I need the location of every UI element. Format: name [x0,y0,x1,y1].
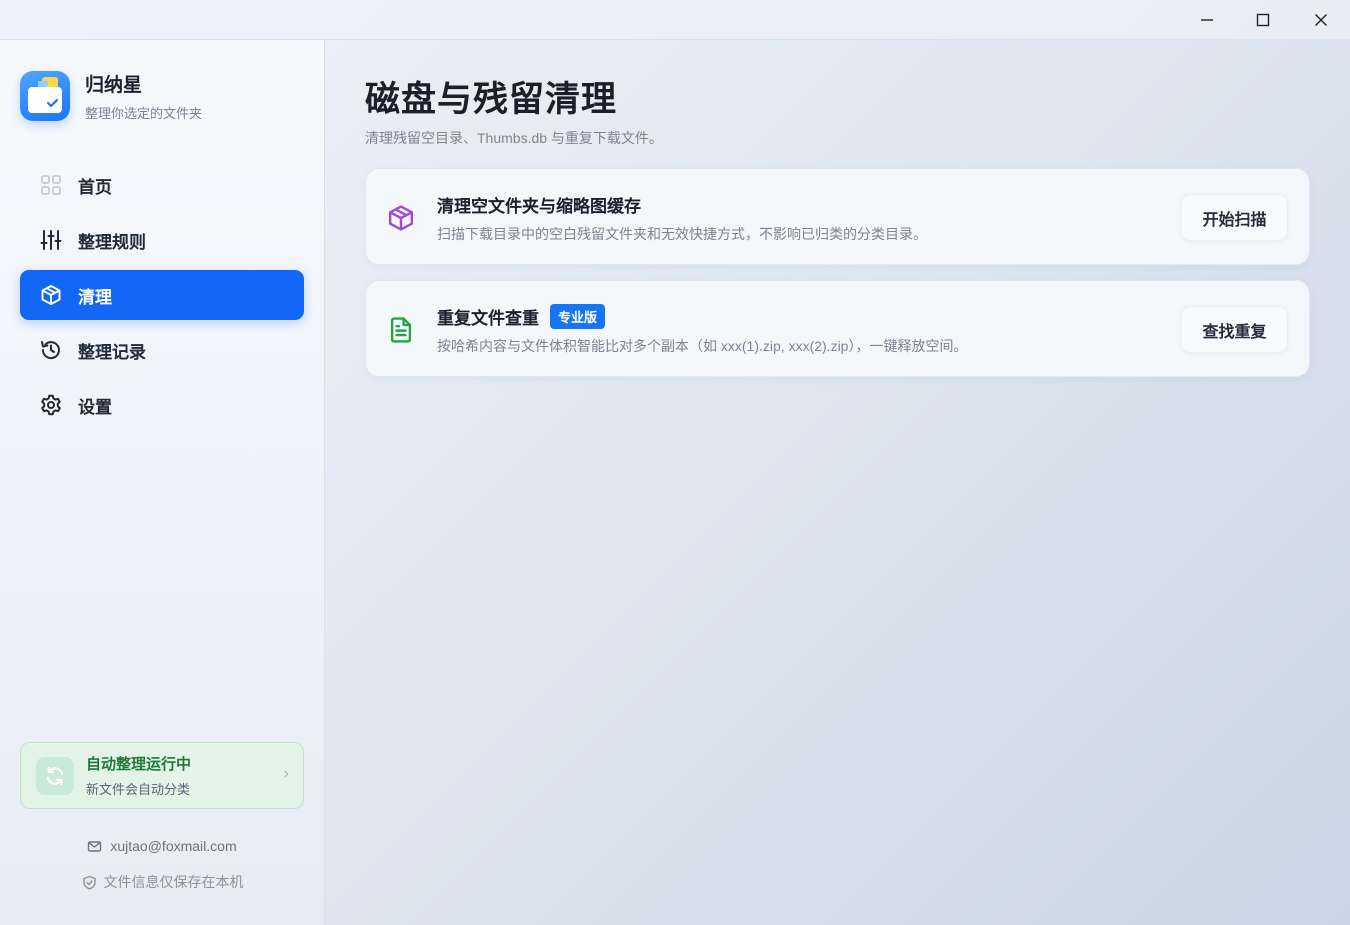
brand: 归纳星 整理你选定的文件夹 [20,70,202,122]
grid-icon [40,174,62,196]
box-icon [40,284,62,306]
auto-status-subtitle: 新文件会自动分类 [86,782,191,797]
email-text: xujtao@foxmail.com [110,838,237,854]
duplicate-files-card: 重复文件查重 专业版 按哈希内容与文件体积智能比对多个副本（如 xxx(1).z… [365,280,1310,377]
app-tagline: 整理你选定的文件夹 [85,106,203,121]
sidebar-nav: 首页 整理规则 清理 整理记录 设置 [20,160,304,435]
account-email[interactable]: xujtao@foxmail.com [26,829,298,863]
maximize-icon [1256,13,1270,27]
sidebar-item-cleanup[interactable]: 清理 [20,270,304,320]
card-title: 重复文件查重 [437,309,539,328]
card-title: 清理空文件夹与缩略图缓存 [437,197,641,216]
cleanup-empty-folders-card: 清理空文件夹与缩略图缓存 扫描下载目录中的空白残留文件夹和无效快捷方式，不影响已… [365,168,1310,265]
start-scan-button[interactable]: 开始扫描 [1181,194,1288,241]
minimize-button[interactable] [1179,0,1235,40]
privacy-text: 文件信息仅保存在本机 [103,874,244,890]
mail-icon [87,839,102,854]
card-description: 按哈希内容与文件体积智能比对多个副本（如 xxx(1).zip, xxx(2).… [437,338,968,354]
title-bar [0,0,1350,40]
page-subtitle: 清理残留空目录、Thumbs.db 与重复下载文件。 [365,130,663,146]
package-icon [386,203,416,233]
sidebar: 归纳星 整理你选定的文件夹 首页 整理规则 清理 整理记录 设置 自动整理运行中… [0,40,325,925]
sidebar-item-label: 清理 [78,287,112,307]
chevron-right-icon: › [283,765,289,782]
page-title: 磁盘与残留清理 [365,80,618,119]
card-description: 扫描下载目录中的空白残留文件夹和无效快捷方式，不影响已归类的分类目录。 [437,226,927,242]
sidebar-item-rules[interactable]: 整理规则 [20,215,304,265]
close-button[interactable] [1293,0,1349,40]
sidebar-item-home[interactable]: 首页 [20,160,304,210]
auto-status-title: 自动整理运行中 [86,756,192,773]
app-name: 归纳星 [85,75,143,96]
minimize-icon [1201,19,1213,21]
auto-organize-status[interactable]: 自动整理运行中 新文件会自动分类 › [20,742,304,809]
pro-badge: 专业版 [550,304,606,329]
sliders-icon [40,229,62,251]
sidebar-item-label: 首页 [78,177,112,197]
refresh-icon [36,756,74,795]
sidebar-item-settings[interactable]: 设置 [20,380,304,430]
sidebar-item-label: 整理记录 [78,342,146,362]
main-content: 磁盘与残留清理 清理残留空目录、Thumbs.db 与重复下载文件。 清理空文件… [365,40,1310,377]
find-duplicates-button[interactable]: 查找重复 [1181,306,1288,353]
folder-check-icon [20,71,70,121]
close-icon [1315,14,1327,26]
gear-icon [40,394,62,416]
sidebar-item-label: 设置 [78,397,112,417]
maximize-button[interactable] [1235,0,1291,40]
sidebar-item-history[interactable]: 整理记录 [20,325,304,375]
shield-icon [82,875,97,890]
history-icon [40,339,62,361]
sidebar-item-label: 整理规则 [78,232,146,252]
file-text-icon [386,315,416,345]
privacy-note: 文件信息仅保存在本机 [0,872,325,892]
